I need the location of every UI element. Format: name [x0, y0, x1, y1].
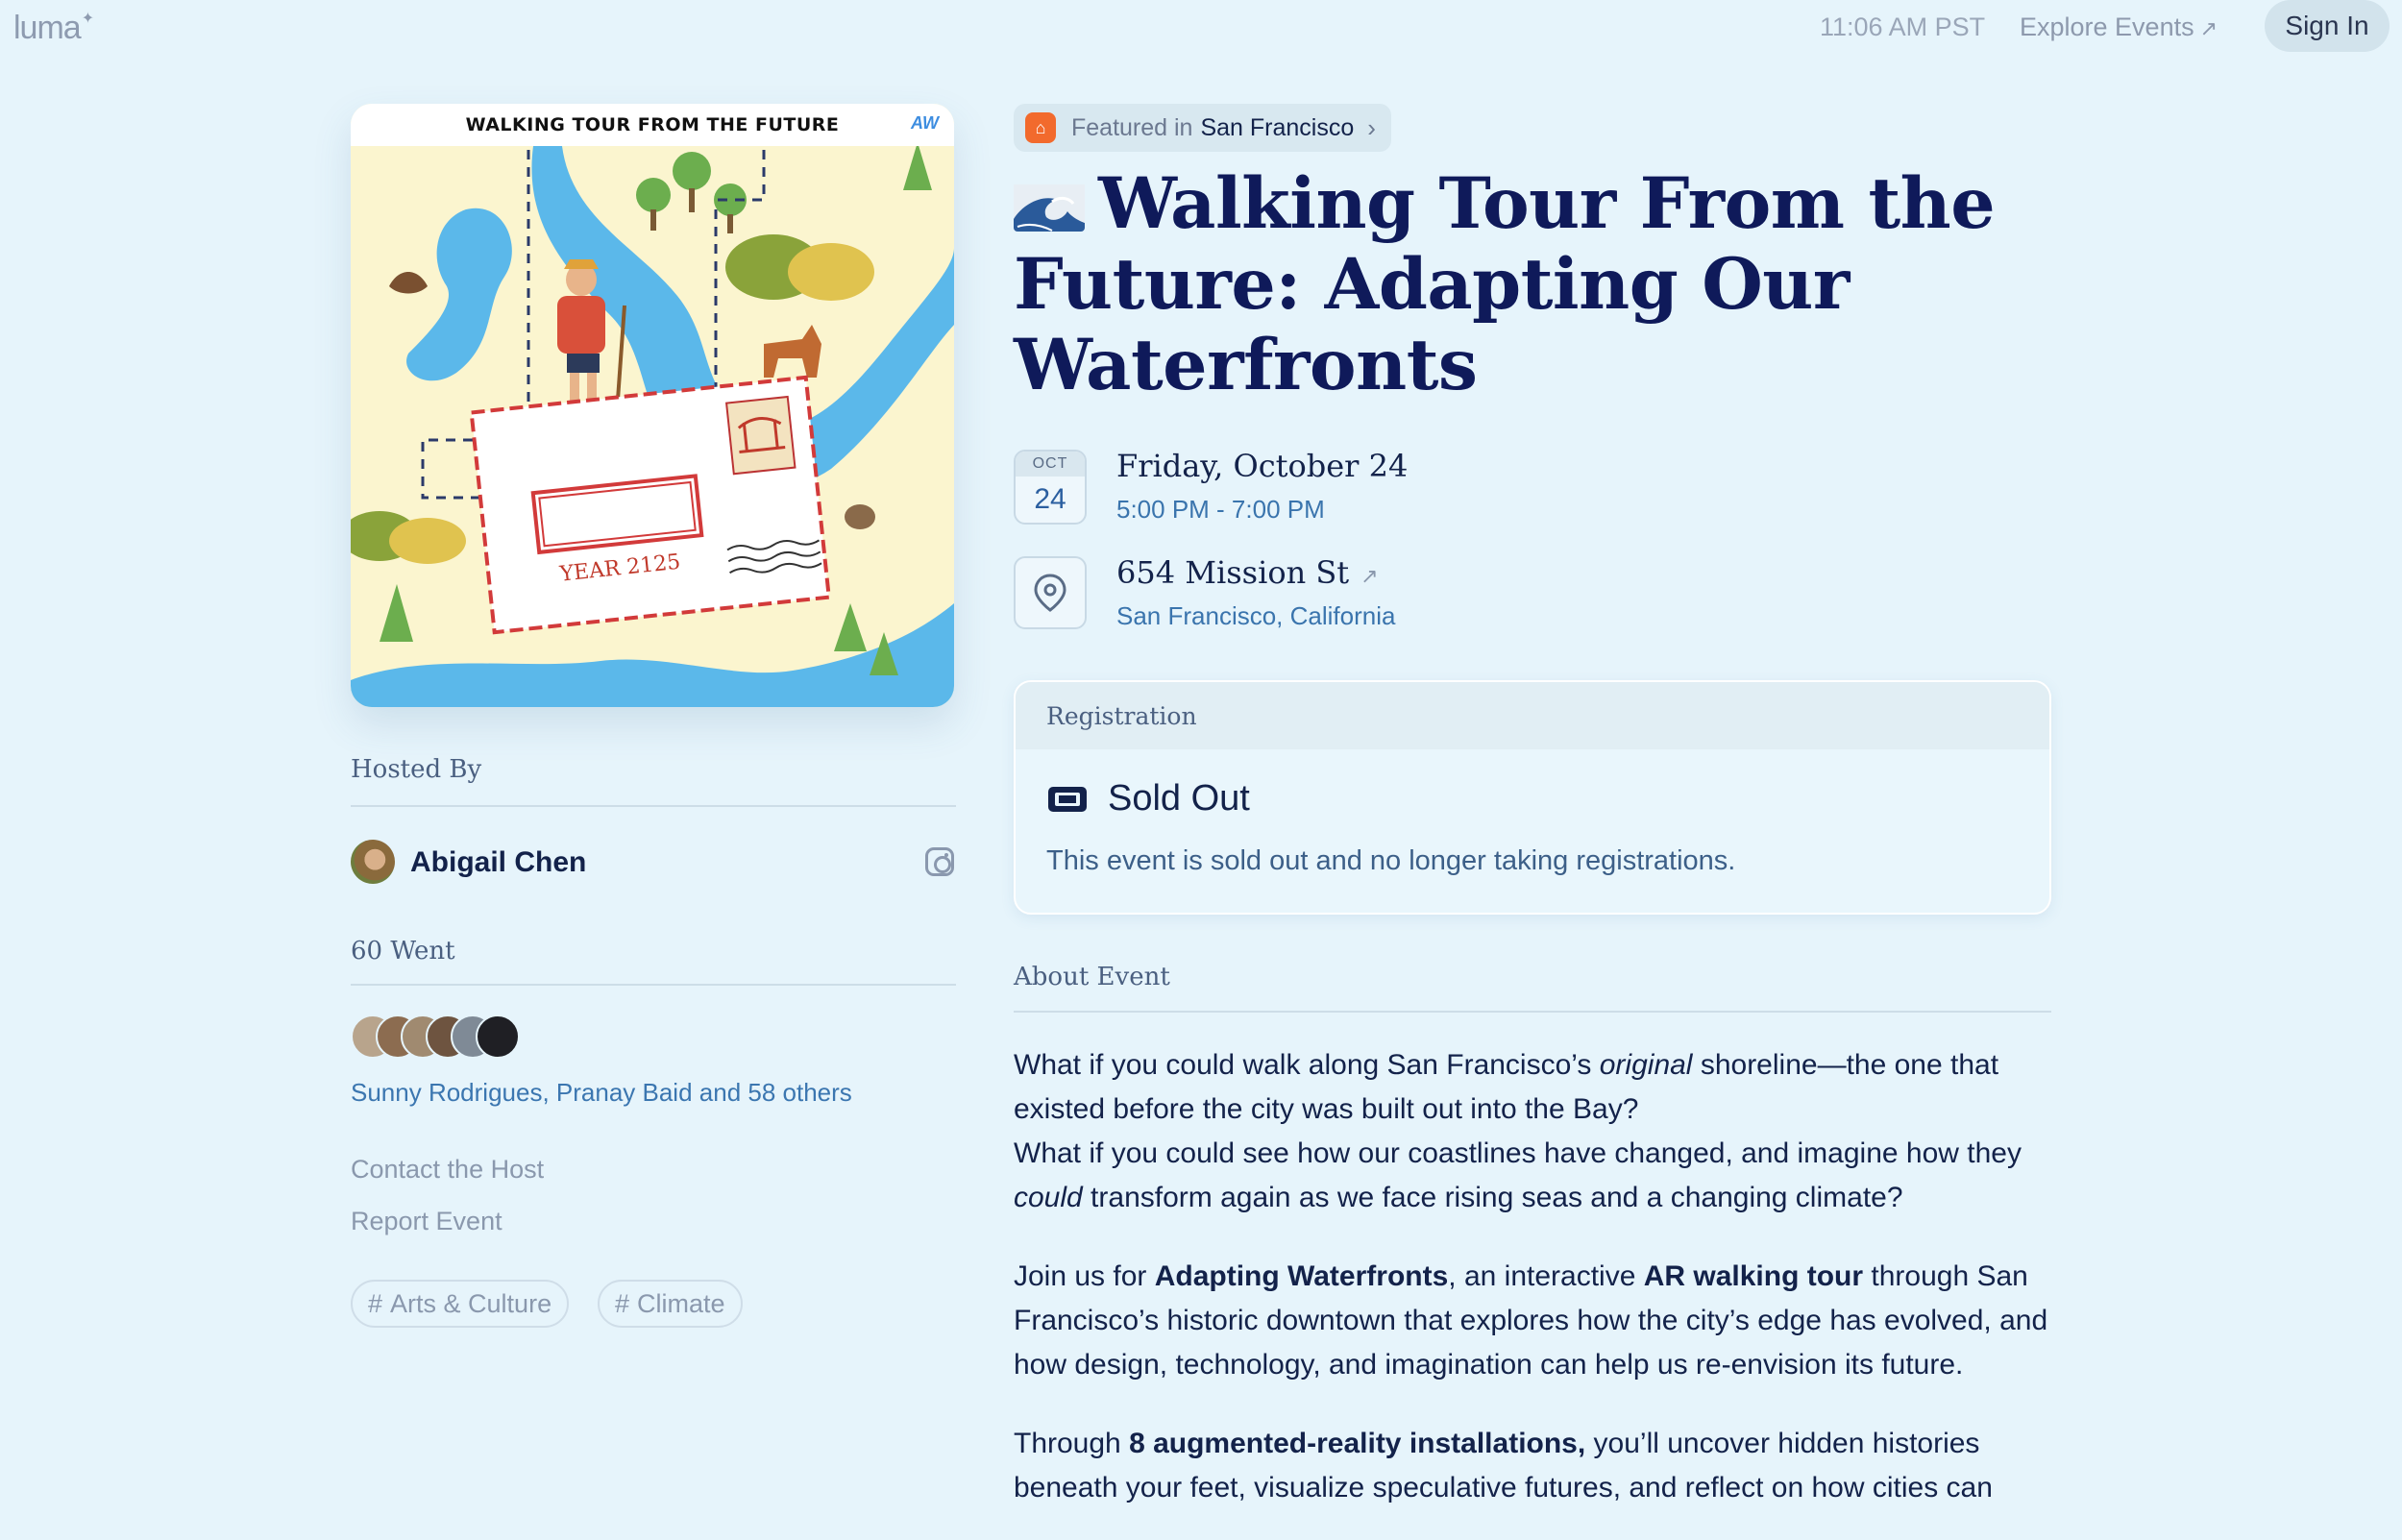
arrow-up-right-icon: ↗	[2199, 16, 2218, 40]
hash-icon: #	[615, 1288, 630, 1318]
went-count: 60 Went	[351, 937, 455, 966]
ticket-icon	[1048, 786, 1087, 812]
sold-out-message: This event is sold out and no longer tak…	[1046, 845, 1736, 876]
sold-out-status: Sold Out	[1046, 778, 1250, 819]
divider	[1014, 1011, 2051, 1013]
location-pin-icon	[1014, 556, 1087, 629]
current-time: 11:06 AM PST	[1820, 12, 1986, 41]
tag-climate[interactable]: # Climate	[598, 1280, 743, 1328]
explore-events-link[interactable]: Explore Events ↗	[2020, 12, 2218, 42]
arrow-up-right-icon: ↗	[1360, 565, 1379, 589]
contact-host-link[interactable]: Contact the Host	[351, 1155, 544, 1185]
bridge-icon: ⌂	[1025, 112, 1056, 143]
about-paragraph: Join us for Adapting Waterfronts, an int…	[1014, 1260, 2048, 1381]
cover-badge: AW	[911, 113, 939, 133]
date-calendar-icon: OCT 24	[1014, 450, 1087, 525]
event-time: 5:00 PM - 7:00 PM	[1116, 495, 1325, 524]
hosted-by-label: Hosted By	[351, 755, 482, 784]
about-paragraph: Through 8 augmented-reality installation…	[1014, 1428, 1993, 1503]
host-row[interactable]: Abigail Chen	[351, 838, 956, 886]
event-city: San Francisco, California	[1116, 601, 1396, 630]
event-date: Friday, October 24	[1116, 448, 1409, 484]
about-event-body: What if you could walk along San Francis…	[1014, 1043, 2061, 1540]
about-event-label: About Event	[1014, 963, 1170, 991]
wave-icon	[1014, 176, 1085, 232]
divider	[351, 984, 956, 986]
host-name: Abigail Chen	[410, 846, 587, 878]
luma-logo[interactable]: luma✦	[13, 10, 94, 47]
instagram-icon[interactable]	[925, 847, 954, 876]
map-illustration: YEAR 2125	[351, 104, 954, 707]
registration-card: Registration Sold Out This event is sold…	[1014, 680, 2051, 915]
about-paragraph: What if you could walk along San Francis…	[1014, 1049, 2022, 1213]
event-address-link[interactable]: 654 Mission St ↗	[1116, 554, 1379, 591]
hash-icon: #	[368, 1288, 383, 1318]
attendee-avatars[interactable]	[351, 1014, 543, 1063]
event-cover-image: YEAR 2125 WALKING TOUR FROM THE FUTURE A…	[351, 104, 954, 707]
report-event-link[interactable]: Report Event	[351, 1207, 502, 1236]
event-title: Walking Tour From the Future: Adapting O…	[1014, 162, 1996, 406]
registration-label: Registration	[1016, 682, 2049, 749]
avatar	[476, 1014, 520, 1059]
top-nav: luma✦ 11:06 AM PST Explore Events ↗ Sign …	[0, 0, 2402, 54]
chevron-right-icon: ›	[1367, 112, 1376, 142]
attendee-names[interactable]: Sunny Rodrigues, Pranay Baid and 58 othe…	[351, 1078, 852, 1108]
tag-arts-culture[interactable]: # Arts & Culture	[351, 1280, 570, 1328]
avatar	[351, 840, 395, 884]
featured-city-badge[interactable]: ⌂ Featured in San Francisco ›	[1014, 104, 1391, 152]
sign-in-button[interactable]: Sign In	[2265, 0, 2390, 52]
sparkle-icon: ✦	[81, 11, 94, 27]
cover-banner: WALKING TOUR FROM THE FUTURE	[351, 104, 954, 146]
divider	[351, 805, 956, 807]
